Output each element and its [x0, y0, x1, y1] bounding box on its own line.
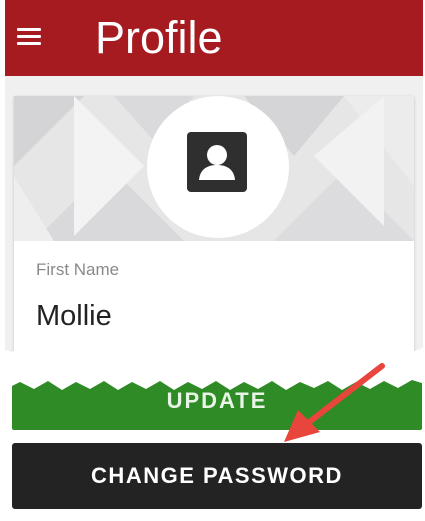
change-password-label: CHANGE PASSWORD — [91, 463, 343, 488]
profile-card: First Name Mollie — [14, 96, 414, 358]
avatar-frame[interactable] — [147, 96, 289, 238]
change-password-button[interactable]: CHANGE PASSWORD — [12, 443, 422, 509]
page-title: Profile — [95, 12, 223, 63]
user-avatar-icon — [187, 132, 247, 192]
app-header: Profile — [5, 0, 423, 76]
first-name-label: First Name — [36, 260, 120, 279]
first-name-field[interactable]: Mollie — [36, 300, 112, 333]
red-arrow-icon — [284, 363, 385, 442]
hamburger-menu-icon[interactable] — [17, 26, 45, 48]
cover-image — [14, 96, 414, 241]
